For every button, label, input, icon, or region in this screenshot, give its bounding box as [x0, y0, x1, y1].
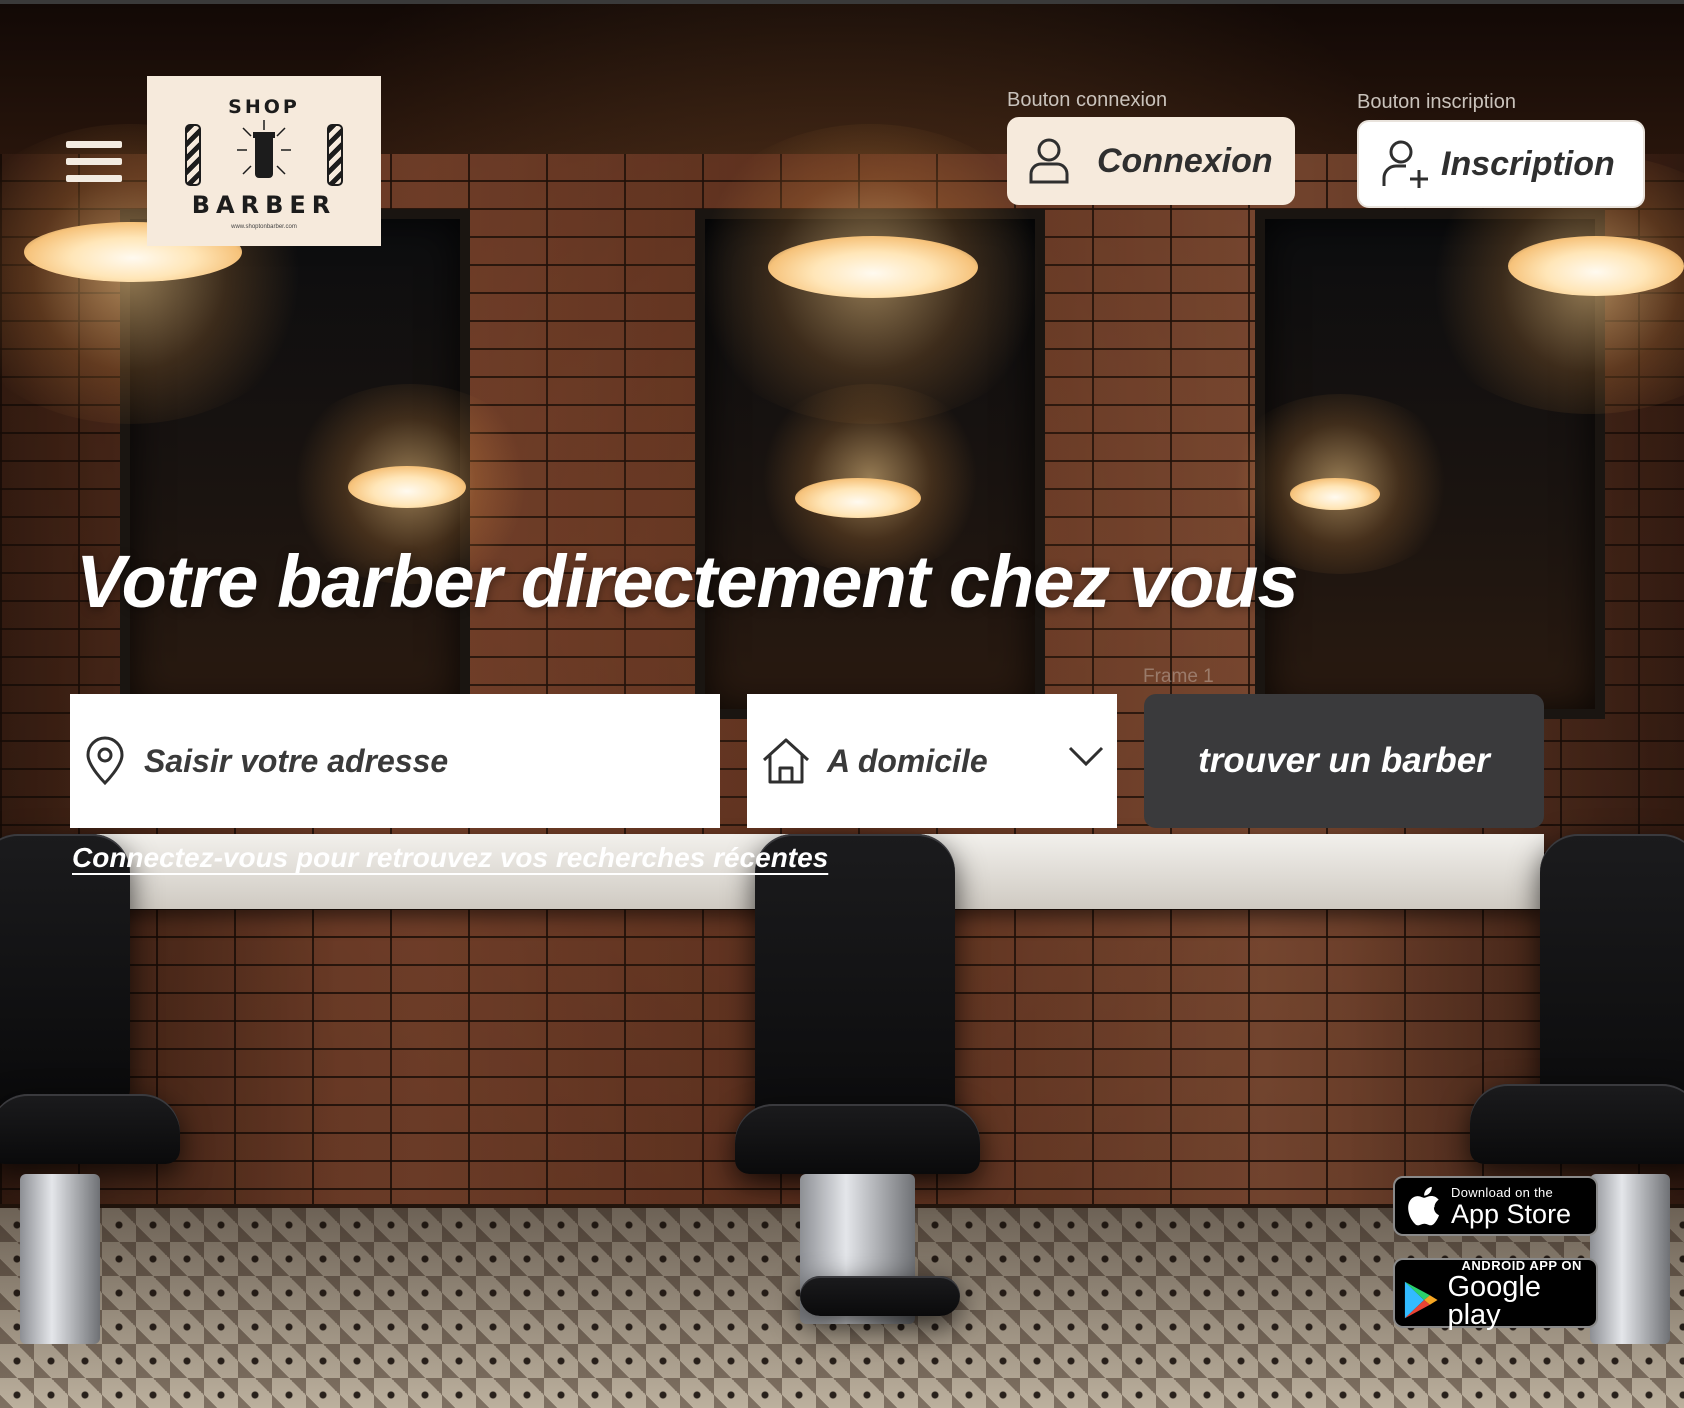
- chair-base: [1590, 1174, 1670, 1344]
- recent-searches-link[interactable]: Connectez-vous pour retrouvez vos recher…: [72, 842, 828, 874]
- connexion-button[interactable]: Connexion: [1007, 117, 1295, 205]
- app-store-badge[interactable]: Download on the App Store: [1393, 1176, 1598, 1236]
- frame-label: Frame 1: [1143, 666, 1214, 687]
- barber-pole-icon: [327, 124, 343, 186]
- logo-url: www.shoptonbarber.com: [231, 224, 297, 230]
- barber-chair: [1470, 1084, 1684, 1164]
- wall-lamp: [1290, 478, 1380, 510]
- barber-chair: [800, 1276, 960, 1316]
- menu-icon: [66, 141, 122, 182]
- barber-chair: [735, 1104, 980, 1174]
- google-play-badge[interactable]: ANDROID APP ON Google play: [1393, 1258, 1598, 1331]
- find-barber-label: trouver un barber: [1198, 741, 1490, 780]
- google-play-icon: [1404, 1281, 1438, 1319]
- address-input[interactable]: Saisir votre adresse: [70, 694, 720, 828]
- chair-base: [20, 1174, 100, 1344]
- ceiling-lamp: [1508, 236, 1684, 296]
- logo-text-top: SHOP: [228, 96, 300, 118]
- apple-icon: [1408, 1186, 1439, 1226]
- home-icon: [762, 738, 810, 784]
- logo-text-bottom: BARBER: [191, 191, 337, 219]
- app-store-text: Download on the App Store: [1451, 1185, 1571, 1228]
- barber-chair: [0, 1094, 180, 1164]
- find-barber-button[interactable]: trouver un barber: [1144, 694, 1544, 828]
- hero-headline: Votre barber directement chez vous: [76, 540, 1299, 623]
- location-pin-icon: [86, 736, 124, 786]
- user-icon: [1029, 138, 1069, 184]
- connexion-caption: Bouton connexion: [1007, 89, 1168, 111]
- address-placeholder: Saisir votre adresse: [144, 742, 449, 779]
- menu-button[interactable]: [66, 141, 122, 193]
- add-user-icon: [1382, 140, 1428, 188]
- connexion-label: Connexion: [1097, 141, 1273, 180]
- page-frame: SHOP BARBER www.shoptonbarber.com Bouton…: [0, 0, 1684, 1408]
- wall-lamp: [795, 478, 921, 518]
- inscription-button[interactable]: Inscription: [1357, 120, 1645, 208]
- app-store-small: Download on the: [1451, 1184, 1554, 1200]
- barber-pole-icon: [185, 124, 201, 186]
- ceiling-lamp: [768, 236, 978, 298]
- chevron-down-icon: [1068, 746, 1104, 767]
- inscription-caption: Bouton inscription: [1357, 91, 1516, 113]
- shop-barber-logo[interactable]: SHOP BARBER www.shoptonbarber.com: [147, 76, 381, 246]
- google-play-text: ANDROID APP ON Google play: [1447, 1258, 1596, 1331]
- google-play-big: Google play: [1447, 1270, 1541, 1331]
- service-mode-value: A domicile: [827, 742, 988, 779]
- wall-lamp: [348, 466, 466, 508]
- app-store-big: App Store: [1451, 1198, 1572, 1229]
- clipper-icon: [237, 120, 291, 178]
- barber-chair: [0, 834, 130, 1104]
- service-mode-select[interactable]: A domicile: [747, 694, 1117, 828]
- inscription-label: Inscription: [1441, 144, 1615, 183]
